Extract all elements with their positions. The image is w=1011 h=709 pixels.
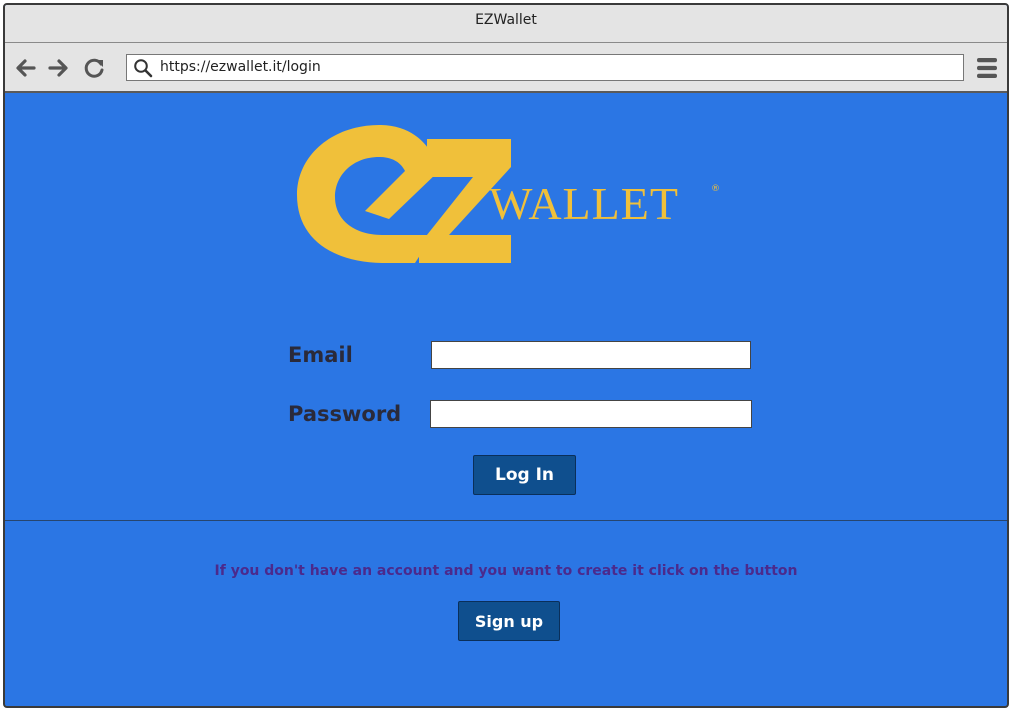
url-text[interactable]: https://ezwallet.it/login (160, 55, 321, 80)
signup-prompt: If you don't have an account and you wan… (214, 563, 798, 579)
ezwallet-logo: WALLET ® (297, 125, 720, 263)
address-bar[interactable]: https://ezwallet.it/login (126, 54, 964, 81)
browser-toolbar: https://ezwallet.it/login (5, 43, 1007, 93)
back-arrow-icon[interactable] (14, 56, 38, 80)
reload-icon[interactable] (82, 56, 106, 80)
password-field[interactable] (430, 400, 752, 428)
password-label: Password (288, 402, 402, 426)
logo-wordmark: WALLET (489, 178, 679, 229)
forward-arrow-icon[interactable] (46, 56, 70, 80)
login-button[interactable]: Log In (473, 455, 576, 495)
section-divider (5, 520, 1007, 521)
login-page: WALLET ® Email Password Log In If you do… (5, 93, 1007, 706)
email-label: Email (288, 343, 353, 367)
signup-button[interactable]: Sign up (458, 601, 560, 641)
window-title: EZWallet (5, 5, 1007, 43)
email-field[interactable] (431, 341, 751, 369)
registered-mark: ® (711, 184, 720, 194)
search-icon (134, 59, 153, 78)
hamburger-menu-icon[interactable] (977, 57, 997, 79)
browser-window: EZWallet https://ezwallet.it/login WALLE… (3, 3, 1009, 708)
